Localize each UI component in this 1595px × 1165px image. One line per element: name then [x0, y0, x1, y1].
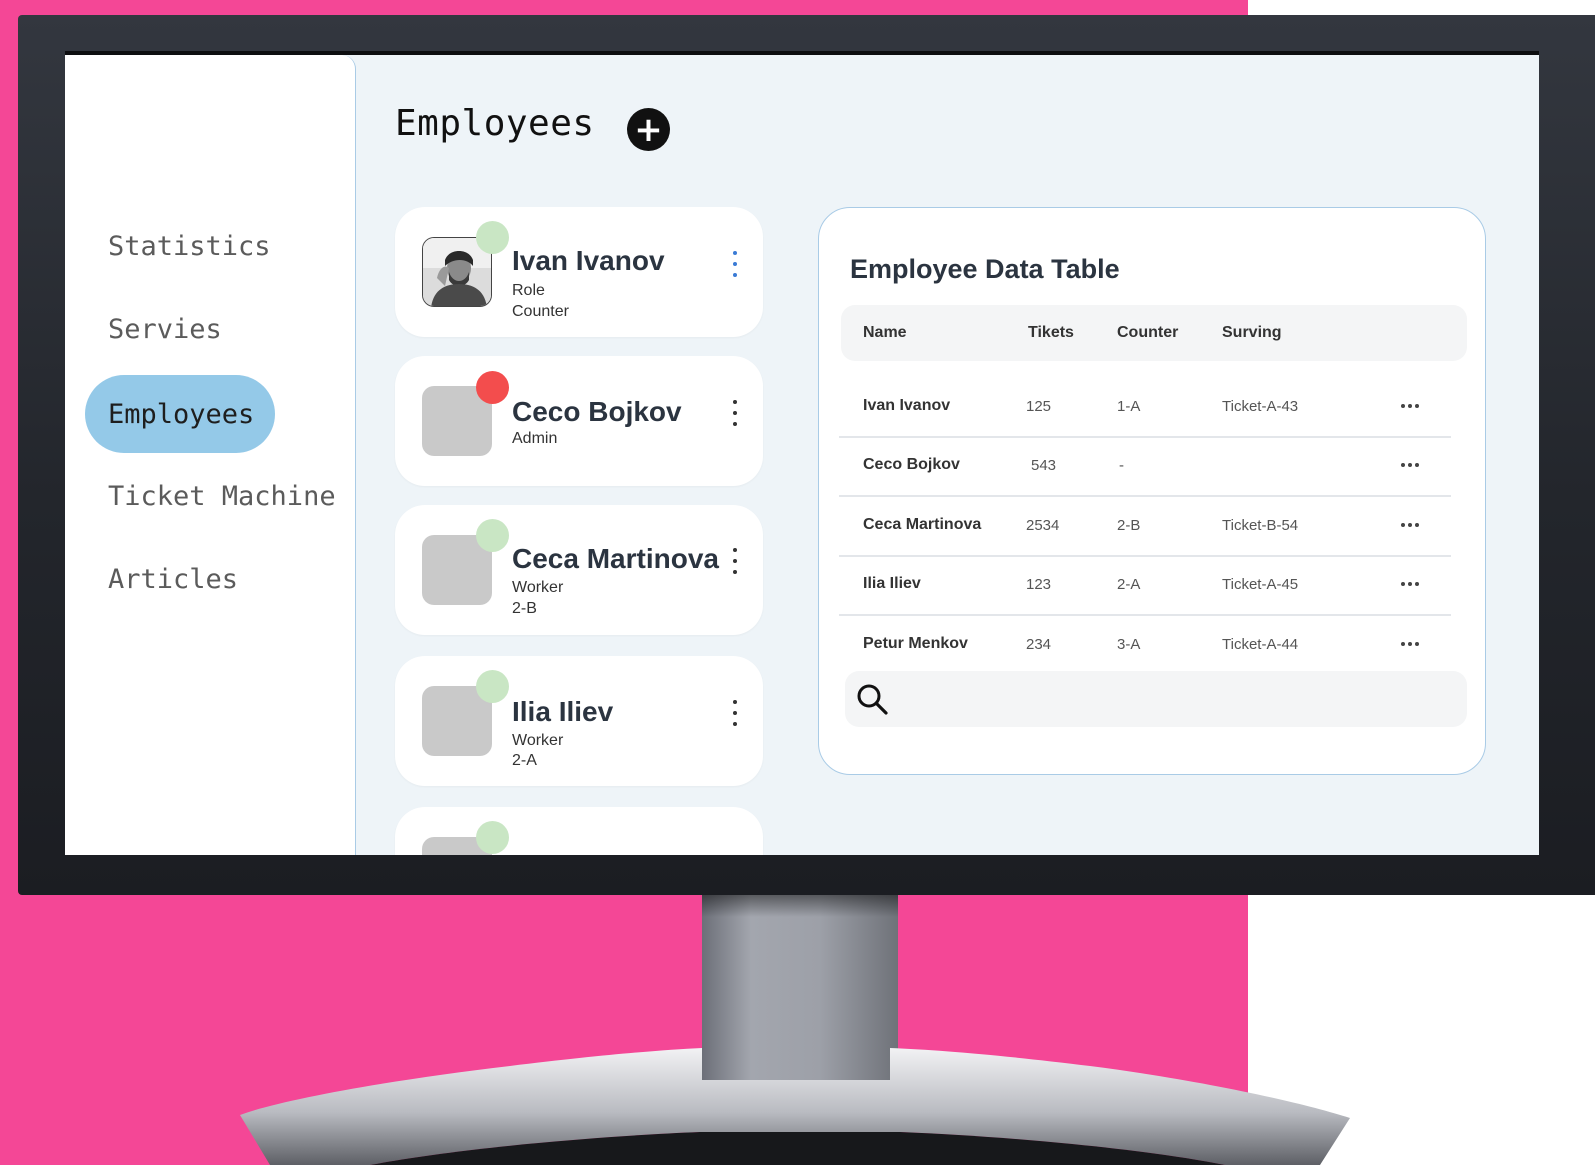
employee-name: Ivan Ivanov: [512, 245, 665, 276]
status-indicator-online: [476, 670, 509, 703]
cell-counter: 2-A: [1117, 575, 1141, 593]
cell-name: Ilia Iliev: [863, 575, 921, 592]
column-header-surving[interactable]: Surving: [1222, 305, 1282, 361]
more-vertical-icon[interactable]: [728, 548, 742, 574]
table-row[interactable]: Ceco Bojkov 543 -: [839, 435, 1451, 497]
add-employee-button[interactable]: +: [627, 108, 670, 151]
employee-name: Ceca Martinova: [512, 543, 719, 574]
table-row[interactable]: Ilia Iliev 123 2-A Ticket-A-45: [839, 554, 1451, 616]
cell-tikets: 543: [1031, 456, 1057, 474]
more-horizontal-icon[interactable]: [1401, 554, 1419, 614]
cell-surving: Ticket-A-44: [1222, 635, 1299, 653]
employee-card[interactable]: Ceco Bojkov Admin: [395, 356, 763, 486]
search-icon[interactable]: [855, 682, 889, 716]
table-header: Name Tikets Counter Surving: [841, 305, 1467, 361]
cell-tikets: 125: [1026, 397, 1052, 415]
more-horizontal-icon[interactable]: [1401, 435, 1419, 495]
column-header-counter[interactable]: Counter: [1117, 305, 1178, 361]
cell-name: Petur Menkov: [863, 635, 968, 652]
employee-role: Worker: [512, 579, 564, 596]
more-horizontal-icon[interactable]: [1401, 614, 1419, 674]
status-indicator-online: [476, 821, 509, 854]
sidebar-item-label: Ticket Machine: [108, 480, 336, 512]
employee-role: Worker: [512, 732, 564, 749]
cell-name: Ceca Martinova: [863, 516, 982, 533]
sidebar-item-servies[interactable]: Servies: [85, 290, 425, 368]
more-horizontal-icon[interactable]: [1401, 495, 1419, 555]
cell-counter: 3-A: [1117, 635, 1141, 653]
more-vertical-icon[interactable]: [728, 251, 742, 277]
cell-name: Ceco Bojkov: [863, 456, 960, 473]
sidebar-item-label: Statistics: [108, 230, 271, 262]
column-header-name[interactable]: Name: [863, 305, 907, 361]
status-indicator-offline: [476, 371, 509, 404]
column-header-tikets[interactable]: Tikets: [1028, 305, 1074, 361]
search-input[interactable]: [899, 678, 1467, 720]
table-row[interactable]: Ceca Martinova 2534 2-B Ticket-B-54: [839, 495, 1451, 557]
sidebar-item-label: Servies: [108, 313, 222, 345]
employee-card[interactable]: [395, 807, 763, 855]
plus-icon: +: [634, 109, 663, 150]
employee-name: Ilia Iliev: [512, 696, 614, 727]
cell-tikets: 234: [1026, 635, 1052, 653]
more-vertical-icon[interactable]: [728, 400, 742, 426]
cell-surving: Ticket-B-54: [1222, 516, 1299, 534]
employee-counter: 2-B: [512, 600, 537, 617]
employee-counter: Counter: [512, 303, 569, 320]
cell-surving: Ticket-A-43: [1222, 397, 1299, 415]
table-search-bar: [845, 671, 1467, 727]
cell-counter: -: [1119, 456, 1124, 474]
sidebar-item-label: Employees: [108, 398, 255, 430]
employee-role: Admin: [512, 430, 558, 447]
table-title: Employee Data Table: [850, 254, 1120, 284]
page-title: Employees: [395, 103, 595, 144]
table-row[interactable]: Ivan Ivanov 125 1-A Ticket-A-43: [839, 376, 1451, 438]
status-indicator-online: [476, 221, 509, 254]
cell-counter: 2-B: [1117, 516, 1141, 534]
cell-surving: Ticket-A-45: [1222, 575, 1299, 593]
employee-role: Role: [512, 282, 545, 299]
employee-card[interactable]: Ceca Martinova Worker 2-B: [395, 505, 763, 635]
monitor-stand-base: [240, 1048, 1350, 1165]
sidebar-item-statistics[interactable]: Statistics: [85, 207, 425, 285]
employee-card[interactable]: Ilia Iliev Worker 2-A: [395, 656, 763, 786]
cell-tikets: 2534: [1026, 516, 1060, 534]
sidebar-item-ticket-machine[interactable]: Ticket Machine: [85, 457, 425, 535]
app-screen: Statistics Servies Employees Ticket Mach…: [65, 55, 1539, 855]
sidebar-item-articles[interactable]: Articles: [85, 540, 425, 618]
status-indicator-online: [476, 519, 509, 552]
employee-counter: 2-A: [512, 752, 537, 769]
more-vertical-icon[interactable]: [728, 700, 742, 726]
sidebar-item-employees[interactable]: Employees: [85, 375, 275, 453]
cell-tikets: 123: [1026, 575, 1052, 593]
employee-name: Ceco Bojkov: [512, 396, 682, 427]
employee-data-table-panel: Employee Data Table Name Tikets Counter …: [818, 207, 1486, 775]
cell-counter: 1-A: [1117, 397, 1141, 415]
more-horizontal-icon[interactable]: [1401, 376, 1419, 436]
employee-card[interactable]: Ivan Ivanov Role Counter: [395, 207, 763, 337]
sidebar-item-label: Articles: [108, 563, 239, 595]
table-row[interactable]: Petur Menkov 234 3-A Ticket-A-44: [839, 614, 1451, 674]
sidebar: Statistics Servies Employees Ticket Mach…: [65, 55, 356, 855]
cell-name: Ivan Ivanov: [863, 397, 951, 414]
